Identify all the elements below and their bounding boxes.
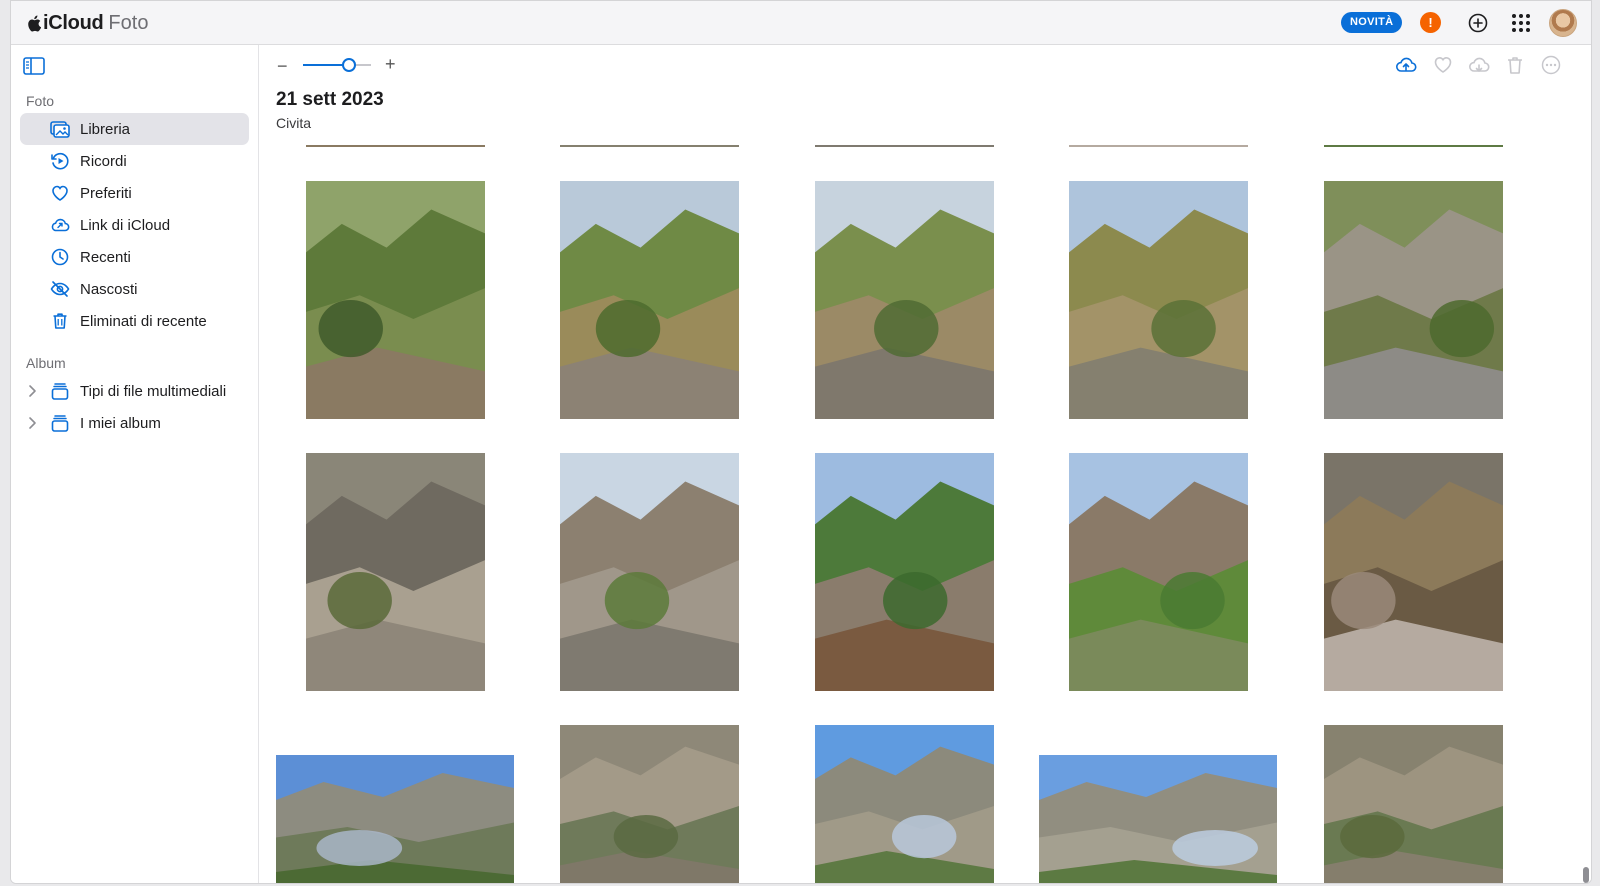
hidden-eye-icon xyxy=(50,281,70,297)
vertical-scrollbar[interactable] xyxy=(1583,145,1589,883)
photo-library-main: − + 21 sett 2023 Civita xyxy=(259,45,1591,883)
photo-thumbnail[interactable] xyxy=(306,181,485,419)
sidebar-item-label: I miei album xyxy=(80,415,161,432)
sidebar-item-nascosti[interactable]: Nascosti xyxy=(20,273,249,305)
sidebar-item-label: Link di iCloud xyxy=(80,217,171,234)
album-stack-icon xyxy=(51,415,69,432)
photo-thumbnail[interactable] xyxy=(560,145,739,147)
photo-thumbnail[interactable] xyxy=(815,145,994,147)
photo-thumbnail[interactable] xyxy=(1069,181,1248,419)
sidebar-item-eliminati[interactable]: Eliminati di recente xyxy=(20,305,249,337)
icloud-link-icon xyxy=(51,218,70,232)
app-grid-icon[interactable] xyxy=(1509,11,1533,35)
download-icon[interactable] xyxy=(1468,54,1490,76)
sidebar: Foto Libreria Ricordi Preferiti Link di … xyxy=(11,45,259,883)
trash-icon xyxy=(53,313,67,329)
delete-trash-icon[interactable] xyxy=(1504,54,1526,76)
sidebar-toggle-icon[interactable] xyxy=(23,57,45,75)
scrollbar-thumb[interactable] xyxy=(1583,867,1589,883)
photo-thumbnail[interactable] xyxy=(1324,145,1503,147)
chevron-right-icon[interactable] xyxy=(27,416,37,430)
sidebar-item-label: Ricordi xyxy=(80,153,127,170)
section-foto-heading: Foto xyxy=(26,93,55,109)
photo-thumbnail[interactable] xyxy=(1069,453,1248,691)
user-avatar[interactable] xyxy=(1549,9,1577,37)
upload-icon[interactable] xyxy=(1395,54,1417,76)
sidebar-item-label: Eliminati di recente xyxy=(80,313,207,330)
moment-date: 21 sett 2023 xyxy=(276,89,384,110)
zoom-slider[interactable] xyxy=(303,58,371,72)
photo-thumbnail[interactable] xyxy=(815,181,994,419)
zoom-slider-knob[interactable] xyxy=(342,58,357,72)
top-bar: iCloud Foto NOVITÀ ! xyxy=(11,1,1591,45)
sidebar-item-preferiti[interactable]: Preferiti xyxy=(20,177,249,209)
photo-thumbnail[interactable] xyxy=(815,453,994,691)
sidebar-item-libreria[interactable]: Libreria xyxy=(20,113,249,145)
sidebar-item-label: Tipi di file multimediali xyxy=(80,383,227,400)
memories-icon xyxy=(51,152,69,170)
chevron-right-icon[interactable] xyxy=(27,384,37,398)
photo-thumbnail[interactable] xyxy=(306,453,485,691)
photo-thumbnail[interactable] xyxy=(815,725,994,883)
photo-thumbnail[interactable] xyxy=(276,755,514,883)
section-album-heading: Album xyxy=(26,355,66,371)
photo-grid xyxy=(259,145,1559,883)
photo-thumbnail[interactable] xyxy=(306,145,485,147)
clock-icon xyxy=(51,248,69,266)
photo-thumbnail[interactable] xyxy=(1069,145,1248,147)
sidebar-item-label: Recenti xyxy=(80,249,131,266)
add-circle-icon[interactable] xyxy=(1466,11,1490,35)
icloud-photos-window: iCloud Foto NOVITÀ ! Foto Libreria Ricor… xyxy=(10,0,1592,884)
more-ellipsis-icon[interactable] xyxy=(1540,54,1562,76)
sidebar-item-ricordi[interactable]: Ricordi xyxy=(20,145,249,177)
sidebar-item-label: Nascosti xyxy=(80,281,138,298)
brand-name: iCloud xyxy=(43,11,104,34)
photo-thumbnail[interactable] xyxy=(560,725,739,883)
zoom-in-button[interactable]: + xyxy=(385,54,396,75)
sidebar-item-tipi-file[interactable]: Tipi di file multimediali xyxy=(20,375,249,407)
photo-library-icon xyxy=(50,121,70,138)
album-stack-icon xyxy=(51,383,69,400)
photo-thumbnail[interactable] xyxy=(560,453,739,691)
photo-thumbnail[interactable] xyxy=(560,181,739,419)
news-button[interactable]: NOVITÀ xyxy=(1341,12,1403,33)
app-name: Foto xyxy=(108,11,149,34)
alert-badge[interactable]: ! xyxy=(1420,12,1441,33)
zoom-out-button[interactable]: − xyxy=(277,56,288,77)
photo-thumbnail[interactable] xyxy=(1324,181,1503,419)
sidebar-item-recenti[interactable]: Recenti xyxy=(20,241,249,273)
apple-logo-icon xyxy=(28,15,41,32)
heart-icon xyxy=(52,185,68,201)
sidebar-item-label: Libreria xyxy=(80,121,131,138)
icloud-brand[interactable]: iCloud Foto xyxy=(27,11,148,35)
moment-location[interactable]: Civita xyxy=(276,115,311,131)
favorite-heart-icon[interactable] xyxy=(1432,54,1454,76)
sidebar-item-label: Preferiti xyxy=(80,185,132,202)
photo-thumbnail[interactable] xyxy=(1324,453,1503,691)
photo-thumbnail[interactable] xyxy=(1324,725,1503,883)
sidebar-item-link-icloud[interactable]: Link di iCloud xyxy=(20,209,249,241)
sidebar-item-miei-album[interactable]: I miei album xyxy=(20,407,249,439)
photo-thumbnail[interactable] xyxy=(1039,755,1277,883)
